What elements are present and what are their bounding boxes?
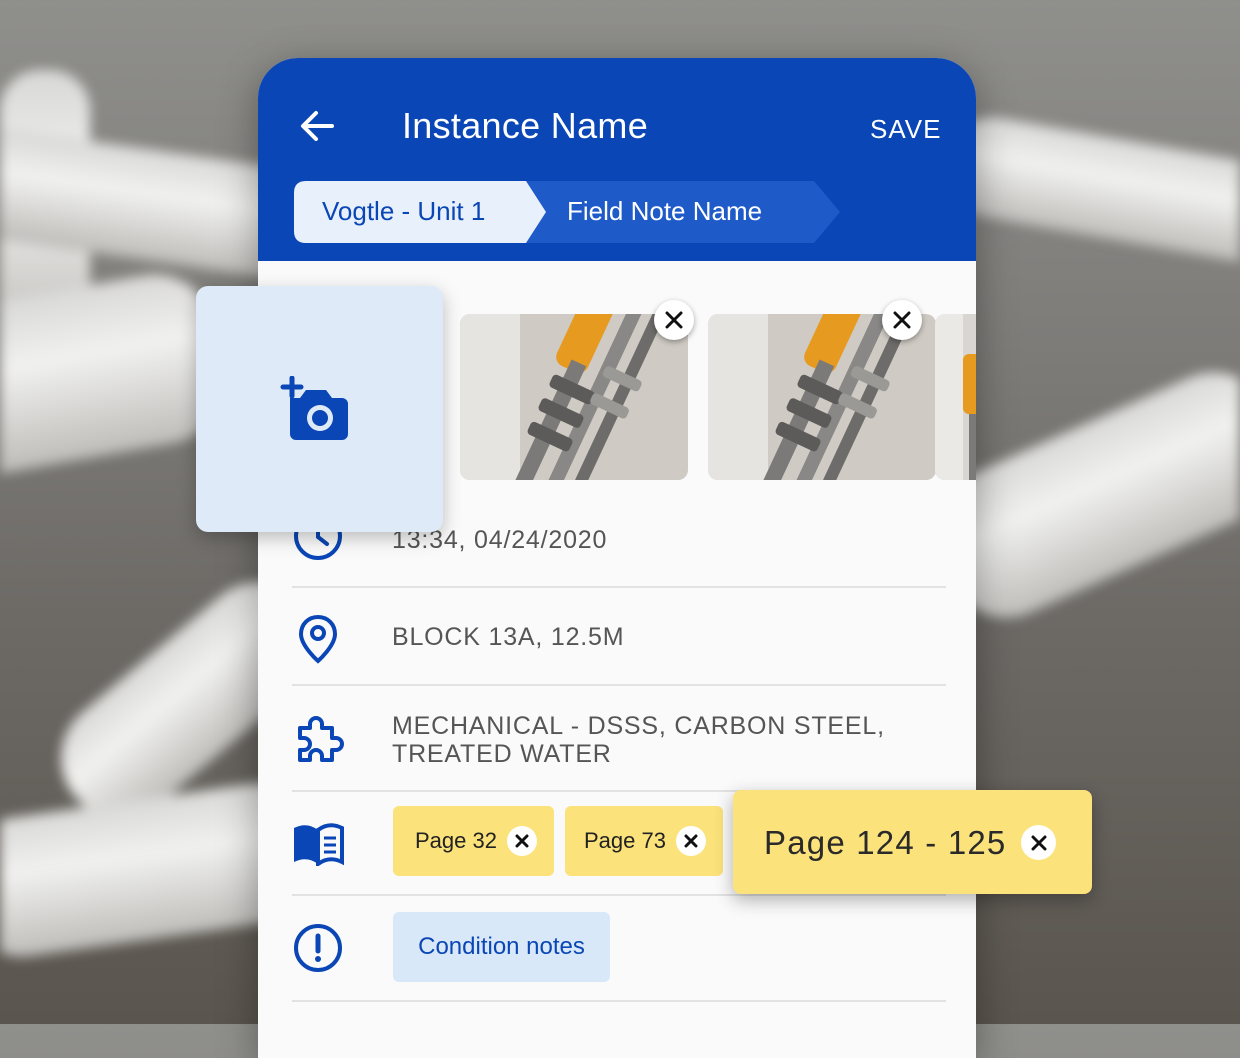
- condition-notes-label: Condition notes: [418, 933, 585, 960]
- close-icon[interactable]: [676, 826, 706, 856]
- breadcrumb: Vogtle - Unit 1 Field Note Name: [294, 181, 854, 243]
- phone-screen: Instance Name SAVE Vogtle - Unit 1 Field…: [258, 58, 976, 1058]
- alert-circle-icon: [292, 922, 344, 979]
- location-value: BLOCK 13A, 12.5M: [392, 623, 625, 651]
- puzzle-piece-icon: [292, 712, 344, 769]
- system-row: MECHANICAL - DSSS, CARBON STEEL, TREATED…: [292, 686, 946, 792]
- reference-chip-label: Page 73: [584, 828, 666, 853]
- condition-row: Condition notes: [292, 896, 946, 1002]
- photo-thumbnail[interactable]: [935, 314, 976, 480]
- reference-chip-label: Page 32: [415, 828, 497, 853]
- condition-notes-button[interactable]: Condition notes: [393, 912, 610, 982]
- breadcrumb-item-project[interactable]: Vogtle - Unit 1: [322, 196, 485, 227]
- add-photo-camera-icon: [278, 375, 354, 449]
- close-icon[interactable]: [507, 826, 537, 856]
- close-icon[interactable]: [654, 300, 694, 340]
- reference-chip-label: Page 124 - 125: [764, 824, 1007, 861]
- system-value-line1: MECHANICAL - DSSS, CARBON STEEL,: [392, 712, 885, 740]
- save-button[interactable]: SAVE: [870, 114, 941, 144]
- photo-thumbnail[interactable]: [460, 314, 688, 480]
- book-icon: [292, 822, 344, 871]
- system-value-line2: TREATED WATER: [392, 740, 612, 768]
- reference-chip-expanded[interactable]: Page 124 - 125: [733, 790, 1092, 894]
- breadcrumb-item-field-note[interactable]: Field Note Name: [567, 196, 762, 227]
- app-bar: Instance Name SAVE Vogtle - Unit 1 Field…: [258, 58, 976, 261]
- reference-chip[interactable]: Page 32: [393, 806, 554, 876]
- reference-chip[interactable]: Page 73: [565, 806, 723, 876]
- close-icon[interactable]: [1021, 825, 1056, 860]
- arrow-left-icon[interactable]: [296, 104, 340, 148]
- map-pin-icon: [298, 614, 338, 669]
- close-icon[interactable]: [882, 300, 922, 340]
- add-photo-button[interactable]: [196, 286, 443, 532]
- page-title: Instance Name: [402, 105, 649, 146]
- location-row: BLOCK 13A, 12.5M: [292, 588, 946, 686]
